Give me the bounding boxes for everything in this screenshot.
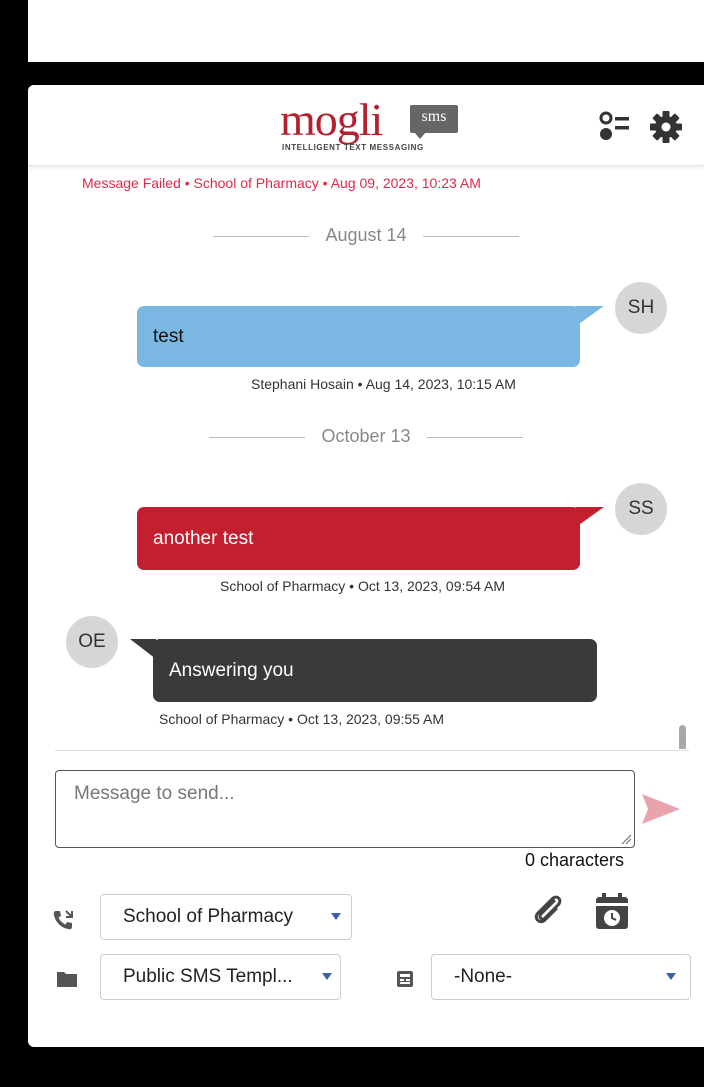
chevron-down-icon xyxy=(322,973,332,980)
user-list-icon[interactable] xyxy=(596,109,632,145)
composer-divider xyxy=(55,750,689,751)
send-icon[interactable] xyxy=(640,791,682,827)
message-text: another test xyxy=(153,528,254,549)
message-bubble: Answering you xyxy=(153,639,597,702)
mogli-logo: mogli sms INTELLIGENT TEXT MESSAGING xyxy=(280,97,460,157)
bubble-tail xyxy=(576,306,604,326)
character-count: 0 characters xyxy=(524,850,624,870)
resize-handle-icon[interactable] xyxy=(620,833,632,845)
message-bubble: test xyxy=(137,306,580,367)
template-folder-value: Public SMS Templ... xyxy=(123,966,293,987)
bottom-border xyxy=(0,1047,704,1087)
folder-icon xyxy=(57,972,77,987)
avatar: SH xyxy=(615,282,667,334)
message-text: Answering you xyxy=(169,660,294,681)
message-failed-status: Message Failed • School of Pharmacy • Au… xyxy=(82,175,481,191)
template-folder-select[interactable]: Public SMS Templ... xyxy=(100,954,341,1000)
message-text: test xyxy=(153,326,184,347)
logo-badge: sms xyxy=(410,105,458,139)
background-window xyxy=(28,0,704,62)
panel-header: mogli sms INTELLIGENT TEXT MESSAGING xyxy=(28,85,704,166)
message-meta: School of Pharmacy • Oct 13, 2023, 09:54… xyxy=(220,578,506,594)
chevron-down-icon xyxy=(666,973,676,980)
gear-icon[interactable] xyxy=(648,109,684,145)
scheduled-calendar-icon[interactable] xyxy=(592,891,632,933)
message-bubble: another test xyxy=(137,507,580,570)
avatar: SS xyxy=(615,483,667,535)
from-number-select[interactable]: School of Pharmacy xyxy=(100,894,352,940)
message-compose-box xyxy=(55,770,635,848)
mogli-sms-panel: mogli sms INTELLIGENT TEXT MESSAGING Mes… xyxy=(28,85,704,1047)
template-value: -None- xyxy=(454,966,513,987)
message-input[interactable] xyxy=(56,771,634,847)
logo-wordmark: mogli xyxy=(280,94,383,145)
date-divider: October 13 xyxy=(28,426,704,447)
template-icon xyxy=(397,971,413,987)
paperclip-icon[interactable] xyxy=(528,891,568,931)
bubble-tail xyxy=(576,507,604,527)
from-number-value: School of Pharmacy xyxy=(123,906,294,927)
message-meta: School of Pharmacy • Oct 13, 2023, 09:55… xyxy=(159,711,445,727)
template-select[interactable]: -None- xyxy=(431,954,691,1000)
phone-icon xyxy=(53,910,73,930)
message-list-scrollbar[interactable] xyxy=(679,725,686,749)
date-divider: August 14 xyxy=(28,225,704,246)
chevron-down-icon xyxy=(331,913,341,920)
message-meta: Stephani Hosain • Aug 14, 2023, 10:15 AM xyxy=(251,376,516,392)
avatar: OE xyxy=(66,616,118,668)
left-border xyxy=(0,0,28,1087)
logo-tagline: INTELLIGENT TEXT MESSAGING xyxy=(282,143,424,152)
message-list[interactable]: Message Failed • School of Pharmacy • Au… xyxy=(28,165,704,749)
